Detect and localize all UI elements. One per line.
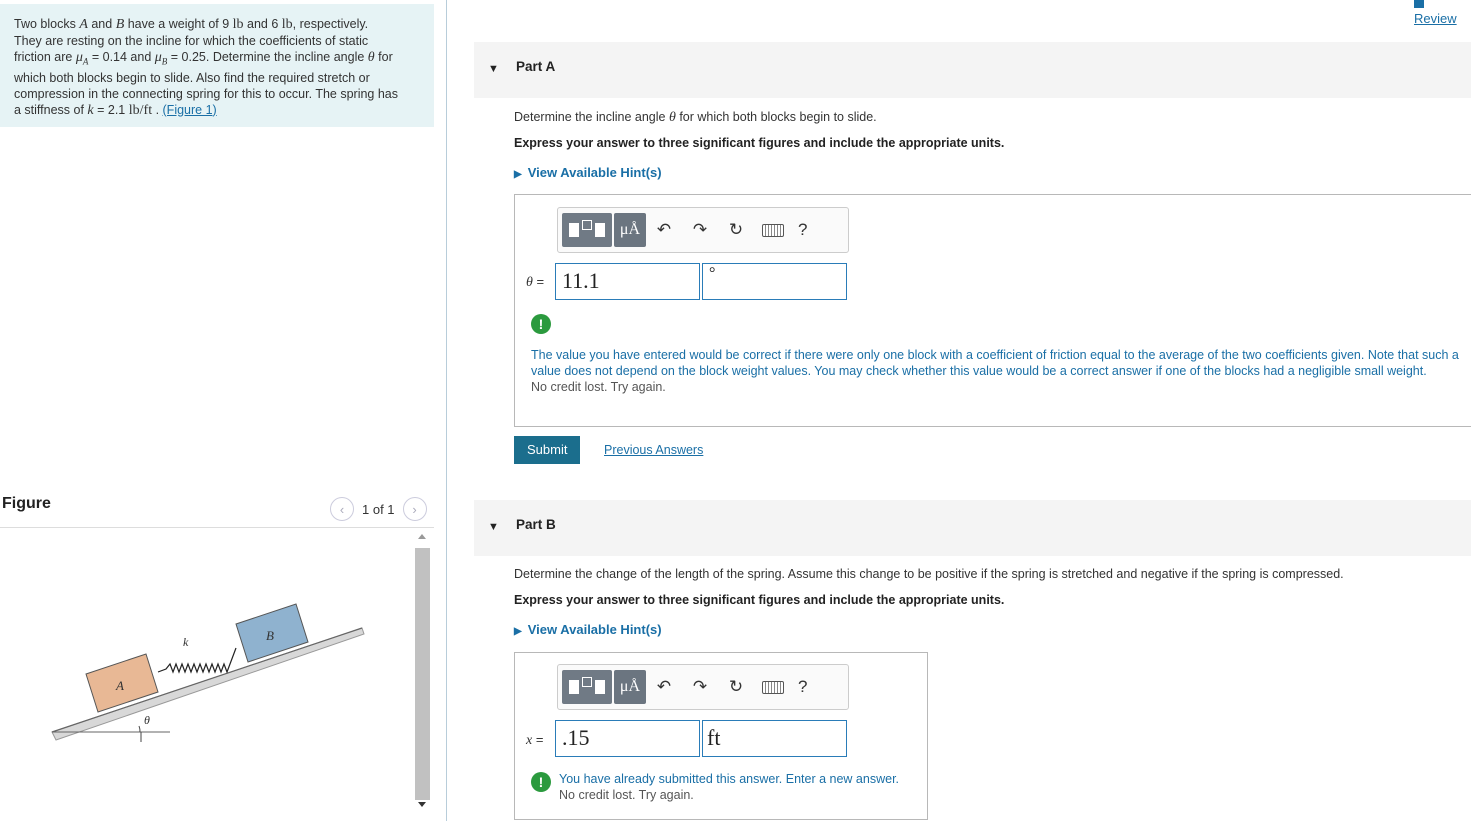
block-b-label: B — [266, 628, 274, 643]
review-link[interactable]: Review — [1414, 0, 1471, 26]
undo-icon[interactable]: ↶ — [646, 220, 682, 240]
help-icon[interactable]: ? — [798, 220, 807, 240]
collapse-triangle-icon: ▼ — [488, 63, 499, 75]
theta-variable-label: θ = — [526, 274, 545, 290]
part-b-instruction: Express your answer to three significant… — [514, 593, 1005, 607]
collapse-triangle-icon: ▼ — [488, 521, 499, 533]
angle-arc — [138, 725, 141, 733]
incline-figure: θ A B k — [51, 603, 365, 742]
warning-icon: ! — [531, 314, 551, 334]
redo-icon[interactable]: ↷ — [682, 677, 718, 697]
units-button[interactable]: μÅ — [614, 213, 646, 247]
figure-divider — [0, 527, 434, 528]
scroll-down-icon[interactable] — [418, 802, 426, 807]
figure-page-count: 1 of 1 — [362, 501, 395, 517]
part-b-unit-input[interactable]: ft — [702, 720, 847, 757]
chevron-right-icon: › — [412, 501, 417, 517]
part-b-hint-toggle[interactable]: ▶ View Available Hint(s) — [514, 622, 662, 637]
reset-icon[interactable]: ↻ — [718, 220, 754, 240]
spring — [157, 647, 237, 674]
templates-button[interactable] — [562, 213, 612, 247]
part-a-instruction: Express your answer to three significant… — [514, 136, 1005, 150]
problem-statement: Two blocks A and B have a weight of 9 lb… — [0, 4, 434, 127]
submit-button[interactable]: Submit — [514, 436, 581, 464]
redo-icon[interactable]: ↷ — [682, 220, 718, 240]
prev-figure-button[interactable]: ‹ — [330, 497, 354, 521]
next-figure-button[interactable]: › — [402, 497, 427, 521]
block-a-label: A — [115, 678, 124, 693]
template-icon — [569, 223, 579, 237]
help-icon[interactable]: ? — [798, 677, 807, 697]
part-a-header[interactable]: ▼ Part A — [474, 42, 1471, 98]
part-a-question: Determine the incline angle θ for which … — [514, 110, 877, 125]
part-b-value-input[interactable]: .15 — [555, 720, 700, 757]
part-b-question: Determine the change of the length of th… — [514, 567, 1344, 581]
spring-k-label: k — [183, 635, 189, 649]
templates-button[interactable] — [562, 670, 612, 704]
figure-pager: ‹ 1 of 1 › — [330, 497, 427, 521]
figure-link[interactable]: (Figure 1) — [163, 103, 217, 117]
figure-title: Figure — [2, 495, 51, 512]
x-variable-label: x = — [526, 732, 544, 748]
part-a-unit-input[interactable]: ° — [702, 263, 847, 300]
figure-scrollbar[interactable] — [414, 530, 431, 815]
part-b-toolbar: μÅ ↶ ↷ ↻ ? — [557, 664, 849, 710]
template-icon — [569, 680, 579, 694]
theta-label: θ — [144, 713, 150, 727]
part-a-feedback: The value you have entered would be corr… — [531, 348, 1459, 394]
undo-icon[interactable]: ↶ — [646, 677, 682, 697]
keyboard-icon[interactable] — [762, 223, 784, 237]
review-icon — [1414, 0, 1424, 8]
keyboard-icon[interactable] — [762, 680, 784, 694]
part-a-answer-box: μÅ ↶ ↷ ↻ ? θ = 11.1 ° ! The value you ha… — [514, 194, 1471, 427]
panel-divider — [446, 0, 447, 821]
part-b-header[interactable]: ▼ Part B — [474, 500, 1471, 556]
chevron-left-icon: ‹ — [339, 501, 345, 517]
reset-icon[interactable]: ↻ — [718, 677, 754, 697]
warning-icon: ! — [531, 772, 551, 792]
caret-right-icon: ▶ — [514, 169, 522, 180]
part-b-feedback: You have already submitted this answer. … — [559, 772, 900, 802]
previous-answers-link[interactable]: Previous Answers — [604, 443, 703, 457]
units-button[interactable]: μÅ — [614, 670, 646, 704]
part-a-hint-toggle[interactable]: ▶ View Available Hint(s) — [514, 165, 662, 180]
caret-right-icon: ▶ — [514, 626, 522, 637]
part-b-answer-box: μÅ ↶ ↷ ↻ ? x = .15 ft ! You have already… — [514, 652, 928, 820]
scroll-thumb[interactable] — [415, 548, 430, 800]
part-a-toolbar: μÅ ↶ ↷ ↻ ? — [557, 207, 849, 253]
part-a-value-input[interactable]: 11.1 — [555, 263, 700, 300]
scroll-up-icon[interactable] — [418, 534, 426, 539]
